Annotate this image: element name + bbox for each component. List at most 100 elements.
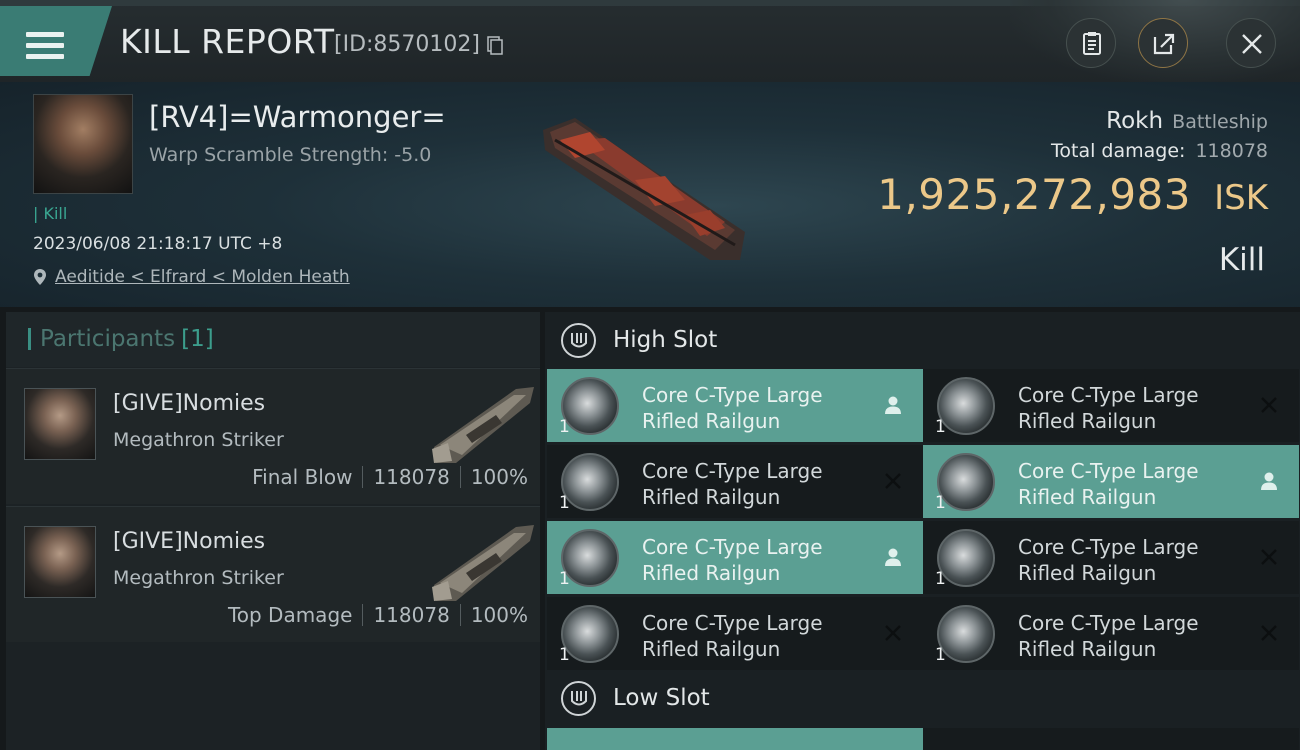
participant-name[interactable]: [GIVE]Nomies [113, 391, 265, 416]
person-icon [885, 548, 901, 566]
share-icon [1153, 33, 1175, 55]
location-pin-icon [34, 269, 46, 285]
module-name-line1: Core C-Type Large [642, 611, 823, 635]
module-name: Core C-Type Large Rifled Railgun [1018, 382, 1238, 434]
page-title: KILL REPORT [120, 22, 335, 61]
share-button[interactable] [1138, 18, 1188, 68]
module-name-line1: Core C-Type Large [1018, 383, 1199, 407]
module-name-line2: Rifled Railgun [1018, 485, 1157, 509]
kill-tag-label: Kill [43, 204, 68, 223]
destroyed-x-icon [1261, 397, 1277, 413]
low-slot-header: Low Slot [545, 670, 1300, 726]
module-card[interactable]: 1 Core C-Type Large Rifled Railgun [923, 521, 1299, 594]
victim-ship-image[interactable] [535, 110, 755, 265]
participant-portrait[interactable] [24, 526, 96, 598]
kill-result-label: Kill [1218, 242, 1265, 278]
module-quantity: 1 [559, 645, 570, 665]
total-damage-label: Total damage: [1051, 140, 1186, 162]
module-quantity: 1 [935, 645, 946, 665]
low-slot-module-partial[interactable] [923, 728, 1299, 750]
module-name-line1: Core C-Type Large [1018, 611, 1199, 635]
high-slot-header: High Slot [545, 312, 1300, 368]
close-icon [1242, 34, 1262, 54]
participant-portrait[interactable] [24, 388, 96, 460]
location-link[interactable]: Aeditide < Elfrard < Molden Heath [55, 267, 350, 287]
module-name: Core C-Type Large Rifled Railgun [642, 610, 862, 662]
module-quantity: 1 [559, 417, 570, 437]
stats-divider [362, 466, 364, 488]
clipboard-button[interactable] [1066, 18, 1116, 68]
module-card[interactable]: 1 Core C-Type Large Rifled Railgun [923, 445, 1299, 518]
participants-title-label: Participants [40, 326, 176, 352]
module-card[interactable]: 1 Core C-Type Large Rifled Railgun [923, 369, 1299, 442]
module-name-line2: Rifled Railgun [1018, 409, 1157, 433]
participants-count: [1] [181, 326, 214, 352]
person-icon [1261, 472, 1277, 490]
high-slot-title: High Slot [613, 327, 718, 353]
hamburger-menu-icon[interactable] [26, 32, 64, 60]
participants-title: Participants [1] [40, 326, 214, 352]
isk-value: 1,925,272,983 [877, 170, 1191, 219]
module-quantity: 1 [559, 493, 570, 513]
participant-ship: Megathron Striker [113, 429, 284, 451]
participants-header: Participants [1] [6, 312, 540, 367]
participant-name[interactable]: [GIVE]Nomies [113, 529, 265, 554]
destroyed-x-icon [885, 625, 901, 641]
kill-timestamp: 2023/06/08 21:18:17 UTC +8 [33, 234, 283, 254]
destroyed-x-icon [1261, 549, 1277, 565]
module-name-line2: Rifled Railgun [1018, 561, 1157, 585]
module-name: Core C-Type Large Rifled Railgun [1018, 610, 1238, 662]
module-card[interactable]: 1 Core C-Type Large Rifled Railgun [923, 597, 1299, 670]
participant-role: Top Damage [227, 603, 353, 627]
module-name-line2: Rifled Railgun [642, 485, 781, 509]
module-name-line1: Core C-Type Large [642, 383, 823, 407]
victim-ship-name[interactable]: Rokh [1106, 108, 1163, 134]
kill-tag: | Kill [33, 204, 68, 223]
fittings-panel: High Slot 1 Core C-Type Large Rifled Railg… [545, 312, 1300, 750]
participant-card[interactable]: [GIVE]Nomies Megathron Striker Top Damag… [6, 506, 540, 642]
module-name: Core C-Type Large Rifled Railgun [1018, 534, 1238, 586]
victim-name[interactable]: [RV4]=Warmonger= [149, 100, 446, 134]
participant-stats: Final Blow 118078 100% [252, 465, 528, 489]
copy-id-icon[interactable] [487, 36, 504, 55]
victim-ship-row: Rokh Battleship [1106, 108, 1268, 134]
report-id: [ID:8570102] [334, 32, 480, 57]
victim-ship-class: Battleship [1172, 111, 1268, 133]
low-slot-title: Low Slot [613, 685, 710, 711]
menu-button[interactable] [0, 6, 112, 76]
module-card[interactable]: 1 Core C-Type Large Rifled Railgun [547, 521, 923, 594]
participant-percent: 100% [470, 603, 528, 627]
participant-stats: Top Damage 118078 100% [228, 603, 528, 627]
clipboard-icon [1083, 32, 1101, 55]
destroyed-x-icon [1261, 625, 1277, 641]
destroyed-x-icon [885, 473, 901, 489]
module-name-line2: Rifled Railgun [642, 409, 781, 433]
module-name-line2: Rifled Railgun [642, 637, 781, 661]
total-damage-value: 118078 [1195, 140, 1268, 162]
participant-ship-image [432, 525, 534, 601]
participant-card[interactable]: [GIVE]Nomies Megathron Striker Final Blo… [6, 368, 540, 504]
module-card[interactable]: 1 Core C-Type Large Rifled Railgun [547, 369, 923, 442]
low-slot-module-partial[interactable] [547, 728, 923, 750]
module-name-line1: Core C-Type Large [642, 535, 823, 559]
module-name-line2: Rifled Railgun [642, 561, 781, 585]
module-name-line2: Rifled Railgun [1018, 637, 1157, 661]
module-quantity: 1 [559, 569, 570, 589]
participant-damage: 118078 [373, 465, 450, 489]
participants-panel: Participants [1] [GIVE]Nomies Megathron S… [6, 312, 540, 750]
close-button[interactable] [1226, 18, 1276, 68]
victim-portrait[interactable] [33, 94, 133, 194]
module-name-line1: Core C-Type Large [1018, 459, 1199, 483]
module-card[interactable]: 1 Core C-Type Large Rifled Railgun [547, 445, 923, 518]
isk-value-row: 1,925,272,983 ISK [877, 170, 1268, 219]
participant-percent: 100% [470, 465, 528, 489]
high-slot-icon [561, 323, 596, 358]
module-name-line1: Core C-Type Large [642, 459, 823, 483]
stats-divider [459, 466, 461, 488]
person-icon [885, 396, 901, 414]
participant-damage: 118078 [373, 603, 450, 627]
module-card[interactable]: 1 Core C-Type Large Rifled Railgun [547, 597, 923, 670]
module-name: Core C-Type Large Rifled Railgun [642, 382, 862, 434]
participants-header-bar [28, 328, 31, 350]
module-name: Core C-Type Large Rifled Railgun [642, 458, 862, 510]
